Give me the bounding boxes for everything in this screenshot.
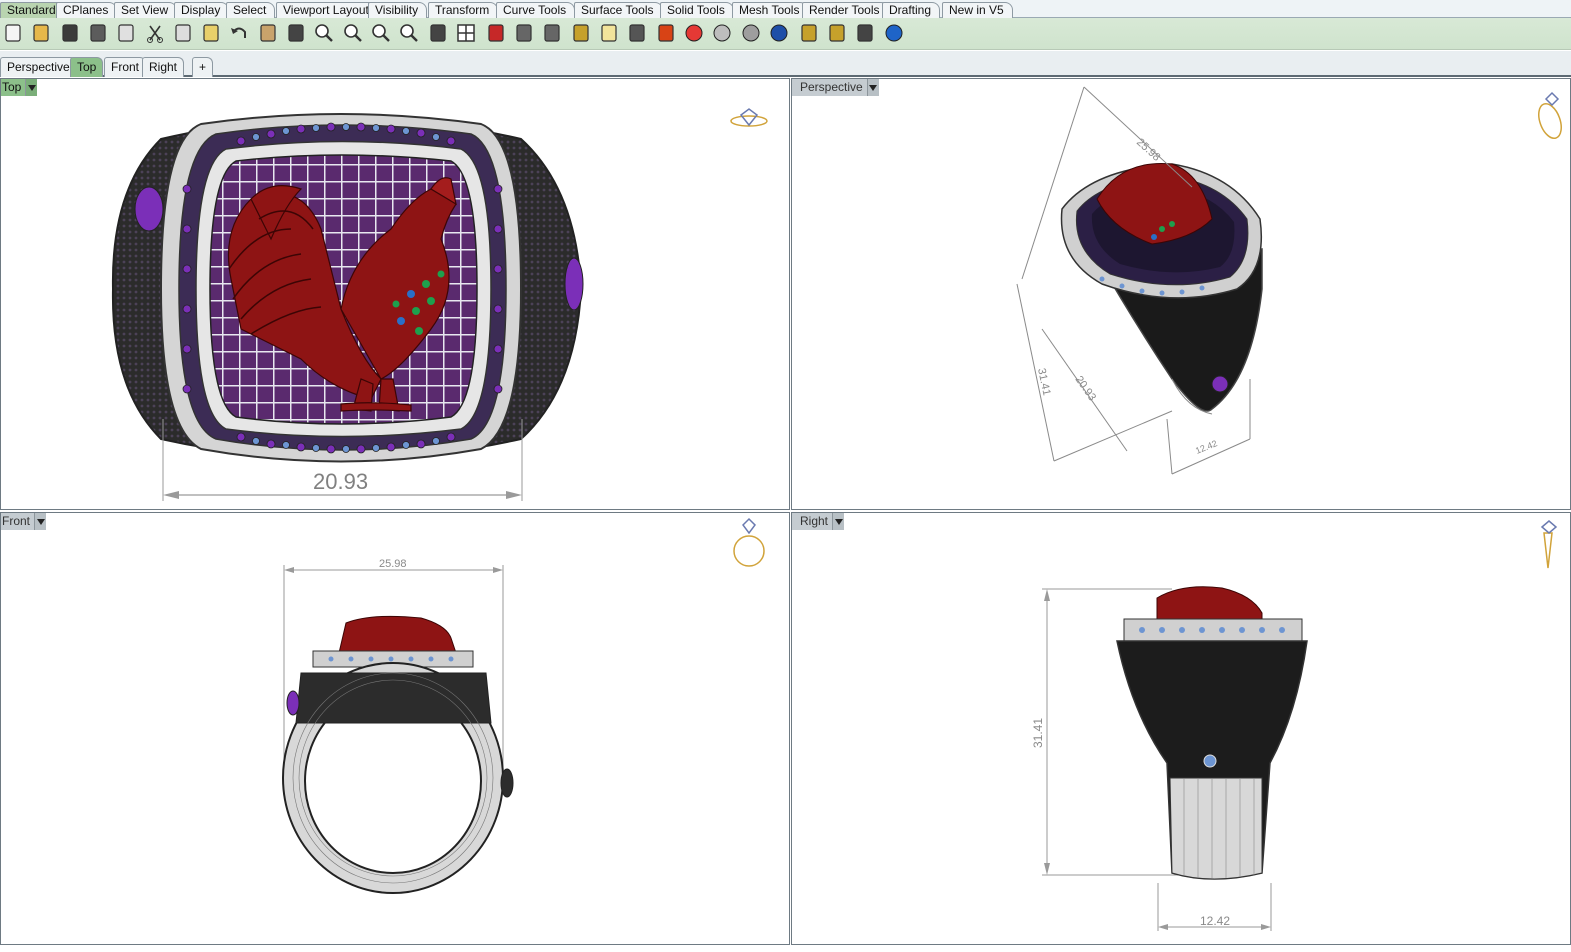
zoom-icon[interactable] xyxy=(312,21,336,45)
standard-toolbar xyxy=(0,18,1571,50)
dimension-label-front: 25.98 xyxy=(379,558,407,570)
ring-perspective-view: 25.98 31.41 20.93 12.42 xyxy=(1016,86,1562,475)
lock-icon[interactable] xyxy=(625,21,649,45)
help-icon[interactable] xyxy=(882,21,906,45)
save-icon[interactable] xyxy=(58,21,82,45)
zoom-extents-icon[interactable] xyxy=(369,21,393,45)
dimension-label-top: 20.93 xyxy=(313,469,369,494)
open-folder-icon[interactable] xyxy=(29,21,53,45)
dimension-label-right-height: 31.41 xyxy=(1031,718,1045,748)
viewport-tab-top[interactable]: Top xyxy=(70,57,104,77)
light-bulb-icon[interactable] xyxy=(597,21,621,45)
print-icon[interactable] xyxy=(86,21,110,45)
shaded-sphere-icon[interactable] xyxy=(739,21,763,45)
toolbar-tab-render-tools[interactable]: Render Tools xyxy=(802,2,889,18)
four-viewports-icon[interactable] xyxy=(454,21,478,45)
dimension-label-right-width: 12.42 xyxy=(1200,914,1230,928)
ring-right-view: 31.41 12.42 xyxy=(1031,520,1558,931)
toolbar-tab-curve-tools[interactable]: Curve Tools xyxy=(496,2,576,18)
cut-icon[interactable] xyxy=(143,21,167,45)
toolbar-tab-set-view[interactable]: Set View xyxy=(114,2,178,18)
viewport-right[interactable]: Right 31.41 12.42 xyxy=(791,512,1571,945)
viewport-tab-strip: Perspective Top Front Right + xyxy=(0,51,1571,77)
rendered-sphere-icon[interactable] xyxy=(767,21,791,45)
viewport-tab-right[interactable]: Right xyxy=(142,57,185,77)
ring-front-view: 25.98 xyxy=(282,517,765,894)
wireframe-sphere-icon[interactable] xyxy=(710,21,734,45)
car-icon[interactable] xyxy=(484,21,508,45)
toolbar-tab-display[interactable]: Display xyxy=(174,2,230,18)
new-file-icon[interactable] xyxy=(1,21,25,45)
rotate-view-icon[interactable] xyxy=(426,21,450,45)
viewport-tab-front[interactable]: Front xyxy=(104,57,147,77)
toolbar-tab-strip: Standard CPlanes Set View Display Select View… xyxy=(0,0,1571,18)
toolbar-tab-new-in-v5[interactable]: New in V5 xyxy=(942,2,1013,18)
paste-icon[interactable] xyxy=(199,21,223,45)
viewport-top[interactable]: Top 20.93 xyxy=(0,78,790,510)
toolbar-tab-transform[interactable]: Transform xyxy=(428,2,499,18)
dimension-label-persp-a: 25.98 xyxy=(1134,136,1162,163)
toolbar-tab-visibility[interactable]: Visibility xyxy=(368,2,428,18)
dimension-label-persp-b: 31.41 xyxy=(1035,367,1052,396)
dimension-label-persp-d: 12.42 xyxy=(1194,438,1219,456)
toolbar-tab-standard[interactable]: Standard xyxy=(0,2,65,18)
dimension-label-persp-c: 20.93 xyxy=(1073,374,1099,403)
copy-icon[interactable] xyxy=(171,21,195,45)
move-view-icon[interactable] xyxy=(284,21,308,45)
gear-icon[interactable] xyxy=(825,21,849,45)
toolbar-tab-surface-tools[interactable]: Surface Tools xyxy=(574,2,663,18)
viewport-perspective[interactable]: Perspective 25.98 31.41 20.93 12.42 xyxy=(791,78,1571,510)
toolbar-tab-viewport-layout[interactable]: Viewport Layout xyxy=(276,2,378,18)
toolbar-tab-solid-tools[interactable]: Solid Tools xyxy=(660,2,734,18)
named-view-icon[interactable] xyxy=(512,21,536,45)
layers-icon[interactable] xyxy=(654,21,678,45)
pan-hand-icon[interactable] xyxy=(256,21,280,45)
zoom-selected-icon[interactable] xyxy=(397,21,421,45)
toolbar-tab-select[interactable]: Select xyxy=(226,2,276,18)
undo-icon[interactable] xyxy=(227,21,251,45)
dimension-icon[interactable] xyxy=(853,21,877,45)
paint-bucket-icon[interactable] xyxy=(797,21,821,45)
zoom-window-icon[interactable] xyxy=(341,21,365,45)
toolbar-tab-cplanes[interactable]: CPlanes xyxy=(56,2,118,18)
ring-top-view xyxy=(111,108,768,501)
import-icon[interactable] xyxy=(114,21,138,45)
object-snap-icon[interactable] xyxy=(569,21,593,45)
toolbar-tab-drafting[interactable]: Drafting xyxy=(882,2,941,18)
viewport-tab-perspective[interactable]: Perspective xyxy=(0,57,77,77)
toolbar-tab-mesh-tools[interactable]: Mesh Tools xyxy=(732,2,809,18)
sun-icon[interactable] xyxy=(540,21,564,45)
add-viewport-tab[interactable]: + xyxy=(192,57,214,77)
color-wheel-icon[interactable] xyxy=(682,21,706,45)
viewport-front[interactable]: Front 25.98 xyxy=(0,512,790,945)
